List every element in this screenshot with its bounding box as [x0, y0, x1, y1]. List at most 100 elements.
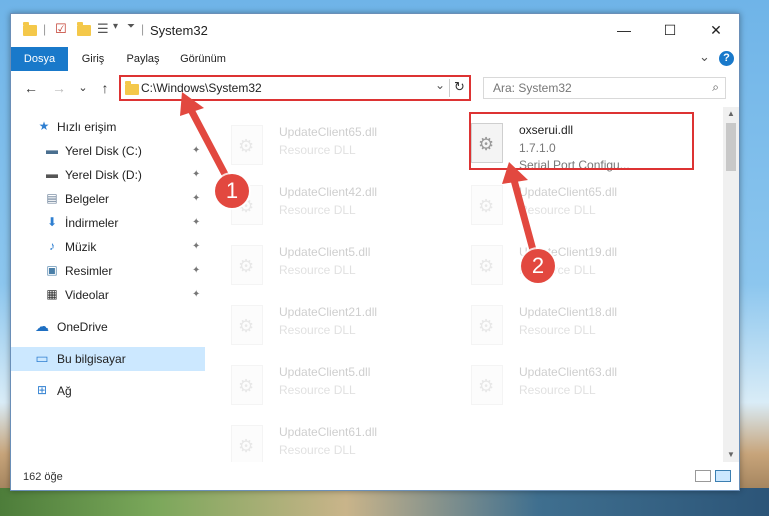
- vertical-scrollbar[interactable]: ▲ ▼: [723, 107, 739, 462]
- separator: |: [43, 22, 47, 36]
- recent-locations-button[interactable]: ⌄: [75, 80, 91, 96]
- tab-dosya[interactable]: Dosya: [11, 47, 68, 71]
- address-bar[interactable]: C:\Windows\System32 ⌄ ↻: [119, 75, 471, 101]
- sidebar-item-local-disk-d[interactable]: ▬ Yerel Disk (D:) ✦: [11, 163, 205, 187]
- sidebar-item-documents[interactable]: ▤ Belgeler ✦: [11, 187, 205, 211]
- sidebar-item-videos[interactable]: ▦ Videolar ✦: [11, 283, 205, 307]
- documents-icon: ▤: [46, 191, 58, 205]
- pin-icon: ✦: [192, 193, 201, 204]
- file-name: UpdateClient18.dll: [519, 305, 618, 319]
- customize-toolbar-icon[interactable]: ⏷: [127, 21, 135, 32]
- dll-file-icon: [471, 185, 503, 225]
- properties-icon[interactable]: ☑: [55, 21, 67, 37]
- desktop-background: [0, 488, 769, 516]
- sidebar-item-network[interactable]: ⊞ Ağ: [11, 379, 205, 403]
- scrollbar-thumb[interactable]: [726, 123, 736, 171]
- minimize-button[interactable]: —: [601, 14, 647, 47]
- window-title: System32: [150, 23, 208, 38]
- file-item[interactable]: UpdateClient63.dll Resource DLL: [457, 357, 687, 415]
- help-icon[interactable]: ?: [719, 51, 734, 66]
- file-type: Resource DLL: [279, 203, 356, 217]
- refresh-icon[interactable]: ↻: [454, 79, 465, 95]
- file-explorer-window: | ☑ ☰ ▾ ⏷ | System32 — ☐ ✕ Dosya Giriş P…: [10, 13, 740, 491]
- video-icon: ▦: [46, 287, 58, 301]
- file-item[interactable]: UpdateClient61.dll Resource DLL: [217, 417, 447, 462]
- dll-file-icon: [231, 245, 263, 285]
- new-folder-icon[interactable]: [77, 22, 91, 36]
- file-type: Resource DLL: [279, 143, 356, 157]
- navigation-bar: ← → ⌄ ↑ C:\Windows\System32 ⌄ ↻ Ara: Sys…: [11, 71, 739, 107]
- sidebar-item-label: Yerel Disk (D:): [65, 168, 142, 182]
- sidebar-item-this-pc[interactable]: ▭ Bu bilgisayar: [11, 347, 205, 371]
- sidebar-item-label: İndirmeler: [65, 216, 119, 230]
- sidebar-item-music[interactable]: ♪ Müzik ✦: [11, 235, 205, 259]
- file-item[interactable]: UpdateClient65.dll Resource DLL: [457, 177, 687, 235]
- separator: |: [141, 22, 145, 36]
- file-name: UpdateClient21.dll: [279, 305, 378, 319]
- file-item[interactable]: UpdateClient42.dll Resource DLL: [217, 177, 447, 235]
- sidebar-item-label: OneDrive: [57, 320, 108, 334]
- view-options-icon[interactable]: ☰: [97, 21, 109, 37]
- file-type: Resource DLL: [279, 323, 356, 337]
- drive-icon: ▬: [46, 167, 58, 181]
- file-item[interactable]: UpdateClient65.dll Resource DLL: [217, 117, 447, 175]
- search-icon[interactable]: ⌕: [712, 80, 719, 95]
- sidebar-item-label: Ağ: [57, 384, 72, 398]
- sidebar-item-label: Müzik: [65, 240, 97, 254]
- large-icons-view-icon[interactable]: [715, 470, 731, 482]
- file-type: Resource DLL: [279, 443, 356, 457]
- title-bar: | ☑ ☰ ▾ ⏷ | System32 — ☐ ✕: [11, 14, 739, 47]
- star-icon: ★: [38, 119, 50, 133]
- scroll-down-icon[interactable]: ▼: [723, 448, 739, 462]
- sidebar-item-downloads[interactable]: ⬇ İndirmeler ✦: [11, 211, 205, 235]
- ribbon-expand-icon[interactable]: ⌄: [699, 49, 710, 65]
- maximize-button[interactable]: ☐: [647, 14, 693, 47]
- file-name: UpdateClient65.dll: [519, 185, 618, 199]
- search-input[interactable]: Ara: System32: [493, 81, 572, 95]
- tab-paylas[interactable]: Paylaş: [118, 47, 168, 71]
- address-dropdown-icon[interactable]: ⌄: [435, 78, 445, 92]
- details-view-icon[interactable]: [695, 470, 711, 482]
- up-button[interactable]: ↑: [97, 80, 113, 96]
- pin-icon: ✦: [192, 289, 201, 300]
- sidebar-item-onedrive[interactable]: ☁ OneDrive: [11, 315, 205, 339]
- sidebar-item-local-disk-c[interactable]: ▬ Yerel Disk (C:) ✦: [11, 139, 205, 163]
- dll-file-icon: [231, 425, 263, 462]
- file-type: Resource DLL: [279, 383, 356, 397]
- tab-gorunum[interactable]: Görünüm: [171, 47, 235, 71]
- address-path[interactable]: C:\Windows\System32: [141, 81, 262, 95]
- dll-file-icon: [231, 125, 263, 165]
- sidebar-item-quick-access[interactable]: ★ Hızlı erişim: [11, 115, 205, 139]
- file-item[interactable]: UpdateClient21.dll Resource DLL: [217, 297, 447, 355]
- pin-icon: ✦: [192, 241, 201, 252]
- pin-icon: ✦: [192, 265, 201, 276]
- search-box[interactable]: Ara: System32 ⌕: [483, 77, 726, 99]
- back-button[interactable]: ←: [23, 80, 39, 96]
- tab-giris[interactable]: Giriş: [71, 47, 115, 71]
- highlight-box: [469, 112, 694, 170]
- folder-icon: [23, 22, 37, 36]
- file-name: UpdateClient42.dll: [279, 185, 378, 199]
- file-item[interactable]: UpdateClient18.dll Resource DLL: [457, 297, 687, 355]
- music-icon: ♪: [49, 239, 55, 253]
- dll-file-icon: [471, 365, 503, 405]
- pin-icon: ✦: [192, 145, 201, 156]
- dll-file-icon: [231, 365, 263, 405]
- chevron-down-icon[interactable]: ▾: [113, 21, 118, 32]
- file-item[interactable]: UpdateClient5.dll Resource DLL: [217, 237, 447, 295]
- sidebar-item-pictures[interactable]: ▣ Resimler ✦: [11, 259, 205, 283]
- file-item[interactable]: UpdateClient19.dll Resource DLL: [457, 237, 687, 295]
- close-button[interactable]: ✕: [693, 14, 739, 47]
- file-item[interactable]: UpdateClient5.dll Resource DLL: [217, 357, 447, 415]
- pictures-icon: ▣: [46, 263, 58, 277]
- forward-button[interactable]: →: [51, 80, 67, 96]
- file-name: UpdateClient61.dll: [279, 425, 378, 439]
- scroll-up-icon[interactable]: ▲: [723, 107, 739, 121]
- file-name: UpdateClient65.dll: [279, 125, 378, 139]
- sidebar-item-label: Yerel Disk (C:): [65, 144, 142, 158]
- pin-icon: ✦: [192, 217, 201, 228]
- cloud-icon: ☁: [35, 318, 49, 334]
- dll-file-icon: [471, 305, 503, 345]
- sidebar-item-label: Hızlı erişim: [57, 120, 117, 134]
- navigation-pane: ★ Hızlı erişim ▬ Yerel Disk (C:) ✦ ▬ Yer…: [11, 107, 205, 462]
